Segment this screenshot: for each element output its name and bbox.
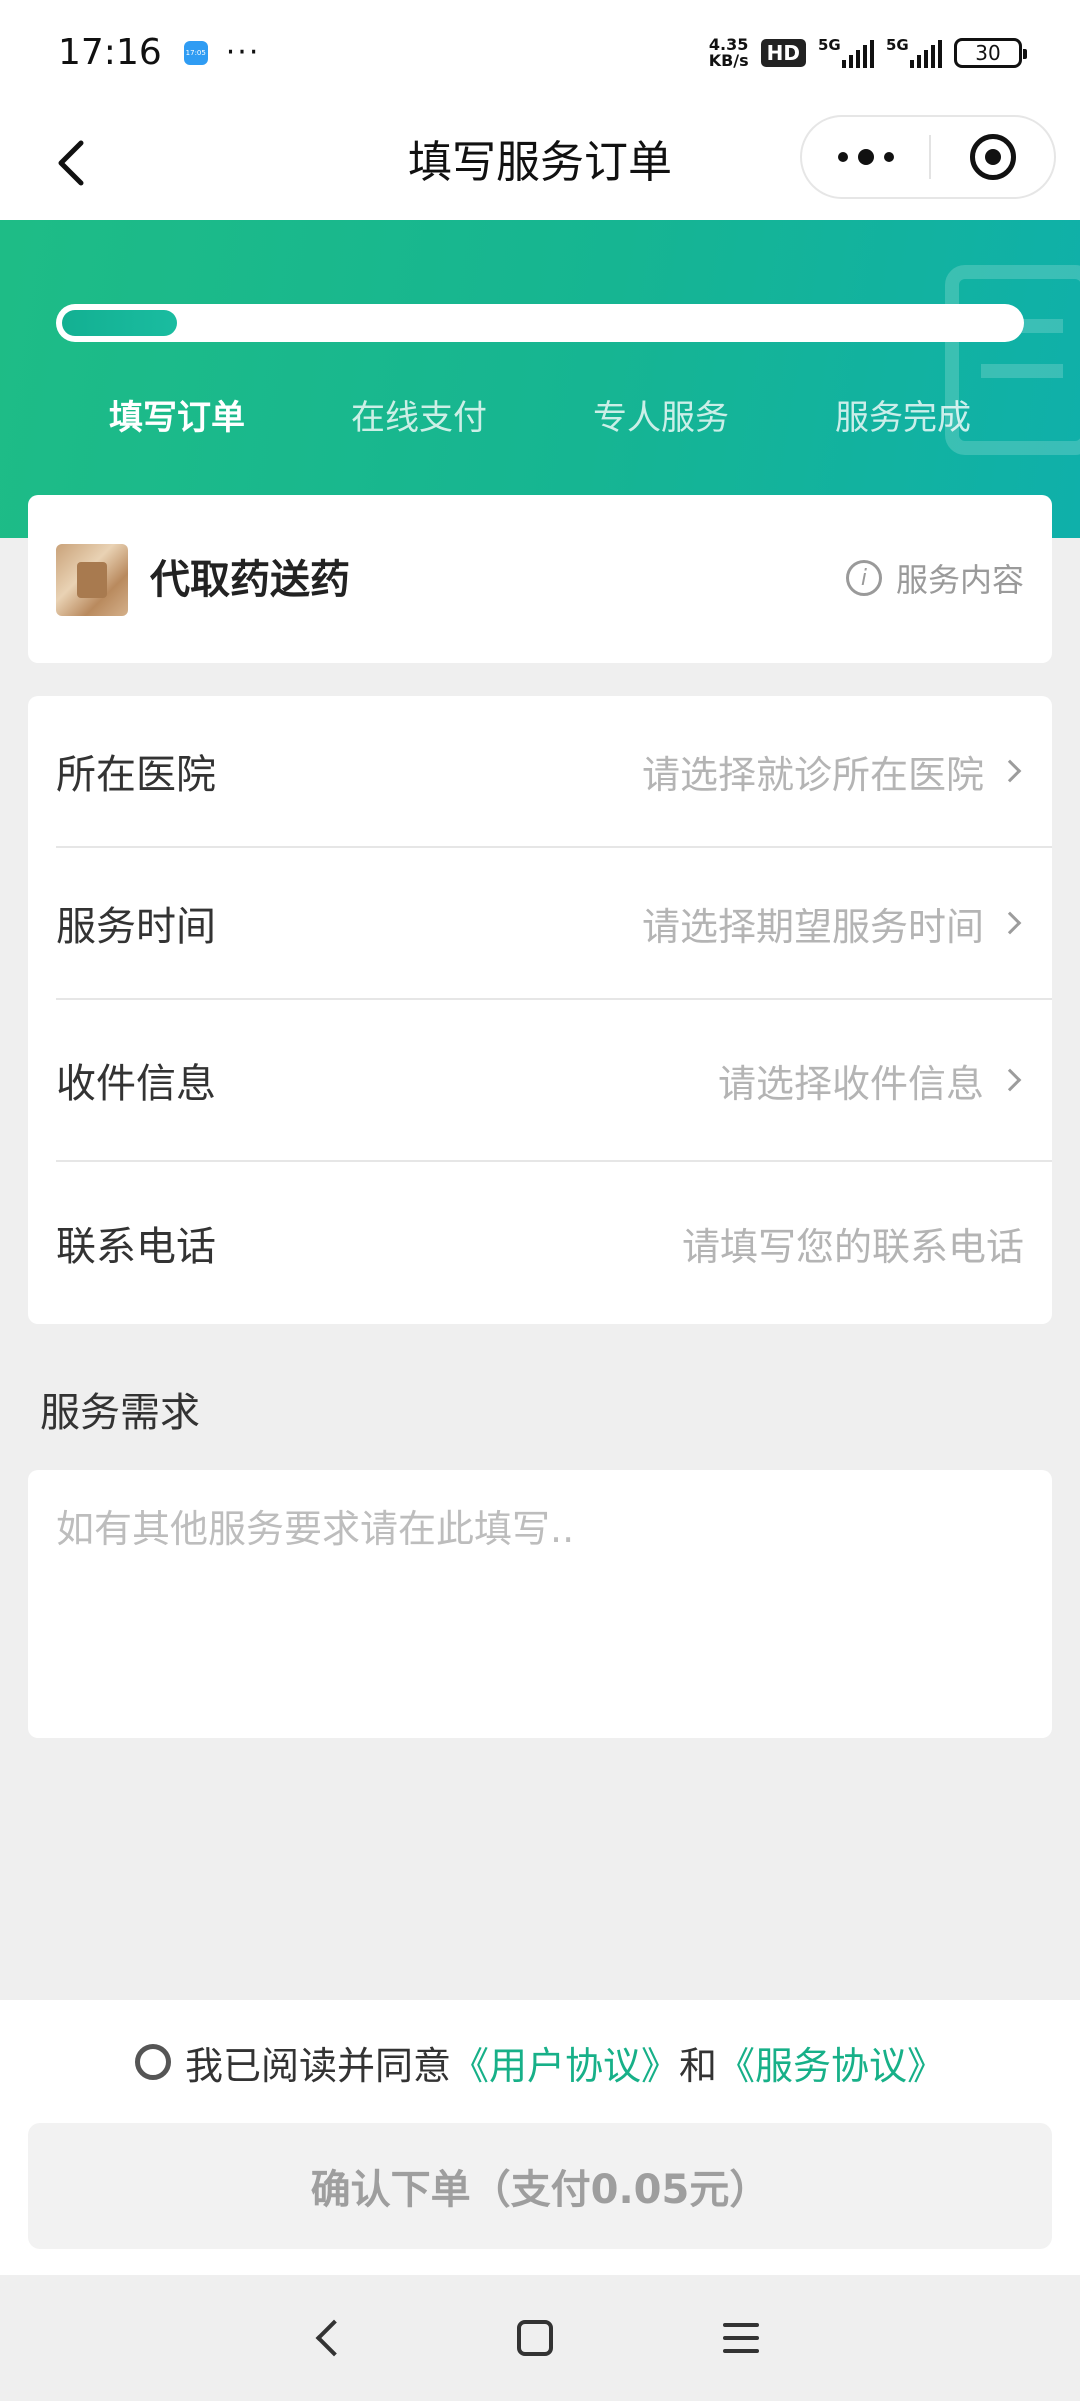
service-content-label: 服务内容 [895, 561, 1024, 599]
more-dot-icon [837, 152, 848, 162]
progress-steps: 填写订单 在线支付 专人服务 服务完成 [56, 390, 1024, 440]
chevron-right-icon [998, 1068, 1022, 1092]
contact-phone-label: 联系电话 [56, 1224, 216, 1270]
bottom-action-panel: 我已阅读并同意 《用户协议》 和 《服务协议》 确认下单（支付0.05元） [0, 2000, 1080, 2275]
nav-bar: 填写服务订单 [0, 105, 1080, 220]
user-agreement-link[interactable]: 《用户协议》 [451, 2035, 679, 2090]
system-navigation-bar [0, 2275, 1080, 2401]
hospital-placeholder: 请选择就诊所在医院 [641, 752, 984, 797]
recipient-info-label: 收件信息 [56, 1061, 216, 1107]
agreement-prefix: 我已阅读并同意 [184, 2043, 451, 2088]
info-icon: i [845, 560, 882, 596]
service-card: 代取药送药 i 服务内容 [28, 495, 1052, 663]
recipient-info-selector[interactable]: 收件信息 请选择收件信息 [56, 1000, 1052, 1162]
service-thumbnail [56, 544, 128, 616]
service-requirements-card [28, 1470, 1052, 1738]
service-requirements-title: 服务需求 [40, 1390, 200, 1436]
order-form: 所在医院 请选择就诊所在医院 服务时间 请选择期望服务时间 收件信息 请选择收件… [28, 696, 1052, 1324]
network-speed: 4.35 KB/s [708, 36, 749, 70]
signal-icon: 5G [818, 35, 874, 68]
battery-level: 30 [975, 40, 1001, 65]
service-time-placeholder: 请选择期望服务时间 [641, 904, 984, 949]
status-more-icon: ··· [225, 35, 261, 70]
recipient-info-placeholder: 请选择收件信息 [717, 1061, 984, 1106]
hd-icon: HD [760, 38, 806, 67]
confirm-order-button[interactable]: 确认下单（支付0.05元） [28, 2123, 1052, 2249]
contact-phone-placeholder: 请填写您的联系电话 [681, 1224, 1024, 1269]
step-dedicated-service: 专人服务 [593, 398, 729, 438]
back-arrow-icon [58, 140, 84, 186]
more-dot-icon [857, 149, 874, 165]
service-requirements-input[interactable] [28, 1470, 1052, 1738]
step-service-complete: 服务完成 [835, 398, 971, 438]
signal-type-label-2: 5G [886, 35, 909, 54]
back-button[interactable] [40, 133, 100, 193]
progress-bar [56, 304, 1024, 342]
more-dot-icon [883, 152, 894, 162]
mini-program-capsule [800, 115, 1056, 199]
agree-radio[interactable] [134, 2044, 171, 2080]
status-bar: 17:16 17:05 ··· 4.35 KB/s HD 5G 5G 30 [0, 0, 1080, 105]
step-fill-order: 填写订单 [109, 398, 245, 438]
service-name: 代取药送药 [150, 557, 350, 603]
more-options-button[interactable] [802, 149, 929, 165]
progress-fill [62, 310, 177, 336]
signal-icon-2: 5G [886, 35, 942, 68]
hospital-label: 所在医院 [56, 752, 216, 798]
step-online-payment: 在线支付 [351, 398, 487, 438]
close-mini-program-button[interactable] [931, 134, 1054, 180]
status-time: 17:16 [58, 32, 162, 73]
notification-app-icon: 17:05 [183, 40, 208, 65]
system-menu-icon[interactable] [723, 2323, 759, 2353]
service-time-label: 服务时间 [56, 904, 216, 950]
chevron-right-icon [998, 911, 1022, 935]
system-back-icon[interactable] [315, 2319, 353, 2357]
chevron-right-icon [998, 759, 1022, 783]
service-agreement-link[interactable]: 《服务协议》 [717, 2035, 945, 2090]
status-indicators: 4.35 KB/s HD 5G 5G 30 [708, 35, 1027, 70]
agreement-and: 和 [679, 2043, 718, 2088]
battery-icon: 30 [954, 37, 1027, 68]
system-home-icon[interactable] [517, 2320, 553, 2356]
order-progress-header: 填写订单 在线支付 专人服务 服务完成 [0, 220, 1080, 538]
contact-phone-field[interactable]: 联系电话 请填写您的联系电话 [56, 1162, 1052, 1324]
target-icon [969, 134, 1016, 180]
agreement-row: 我已阅读并同意 《用户协议》 和 《服务协议》 [0, 2034, 1080, 2090]
signal-type-label: 5G [818, 35, 841, 54]
service-time-selector[interactable]: 服务时间 请选择期望服务时间 [56, 848, 1052, 1000]
service-content-link[interactable]: i 服务内容 [845, 555, 1024, 601]
network-speed-unit: KB/s [708, 50, 749, 70]
hospital-selector[interactable]: 所在医院 请选择就诊所在医院 [56, 696, 1052, 848]
